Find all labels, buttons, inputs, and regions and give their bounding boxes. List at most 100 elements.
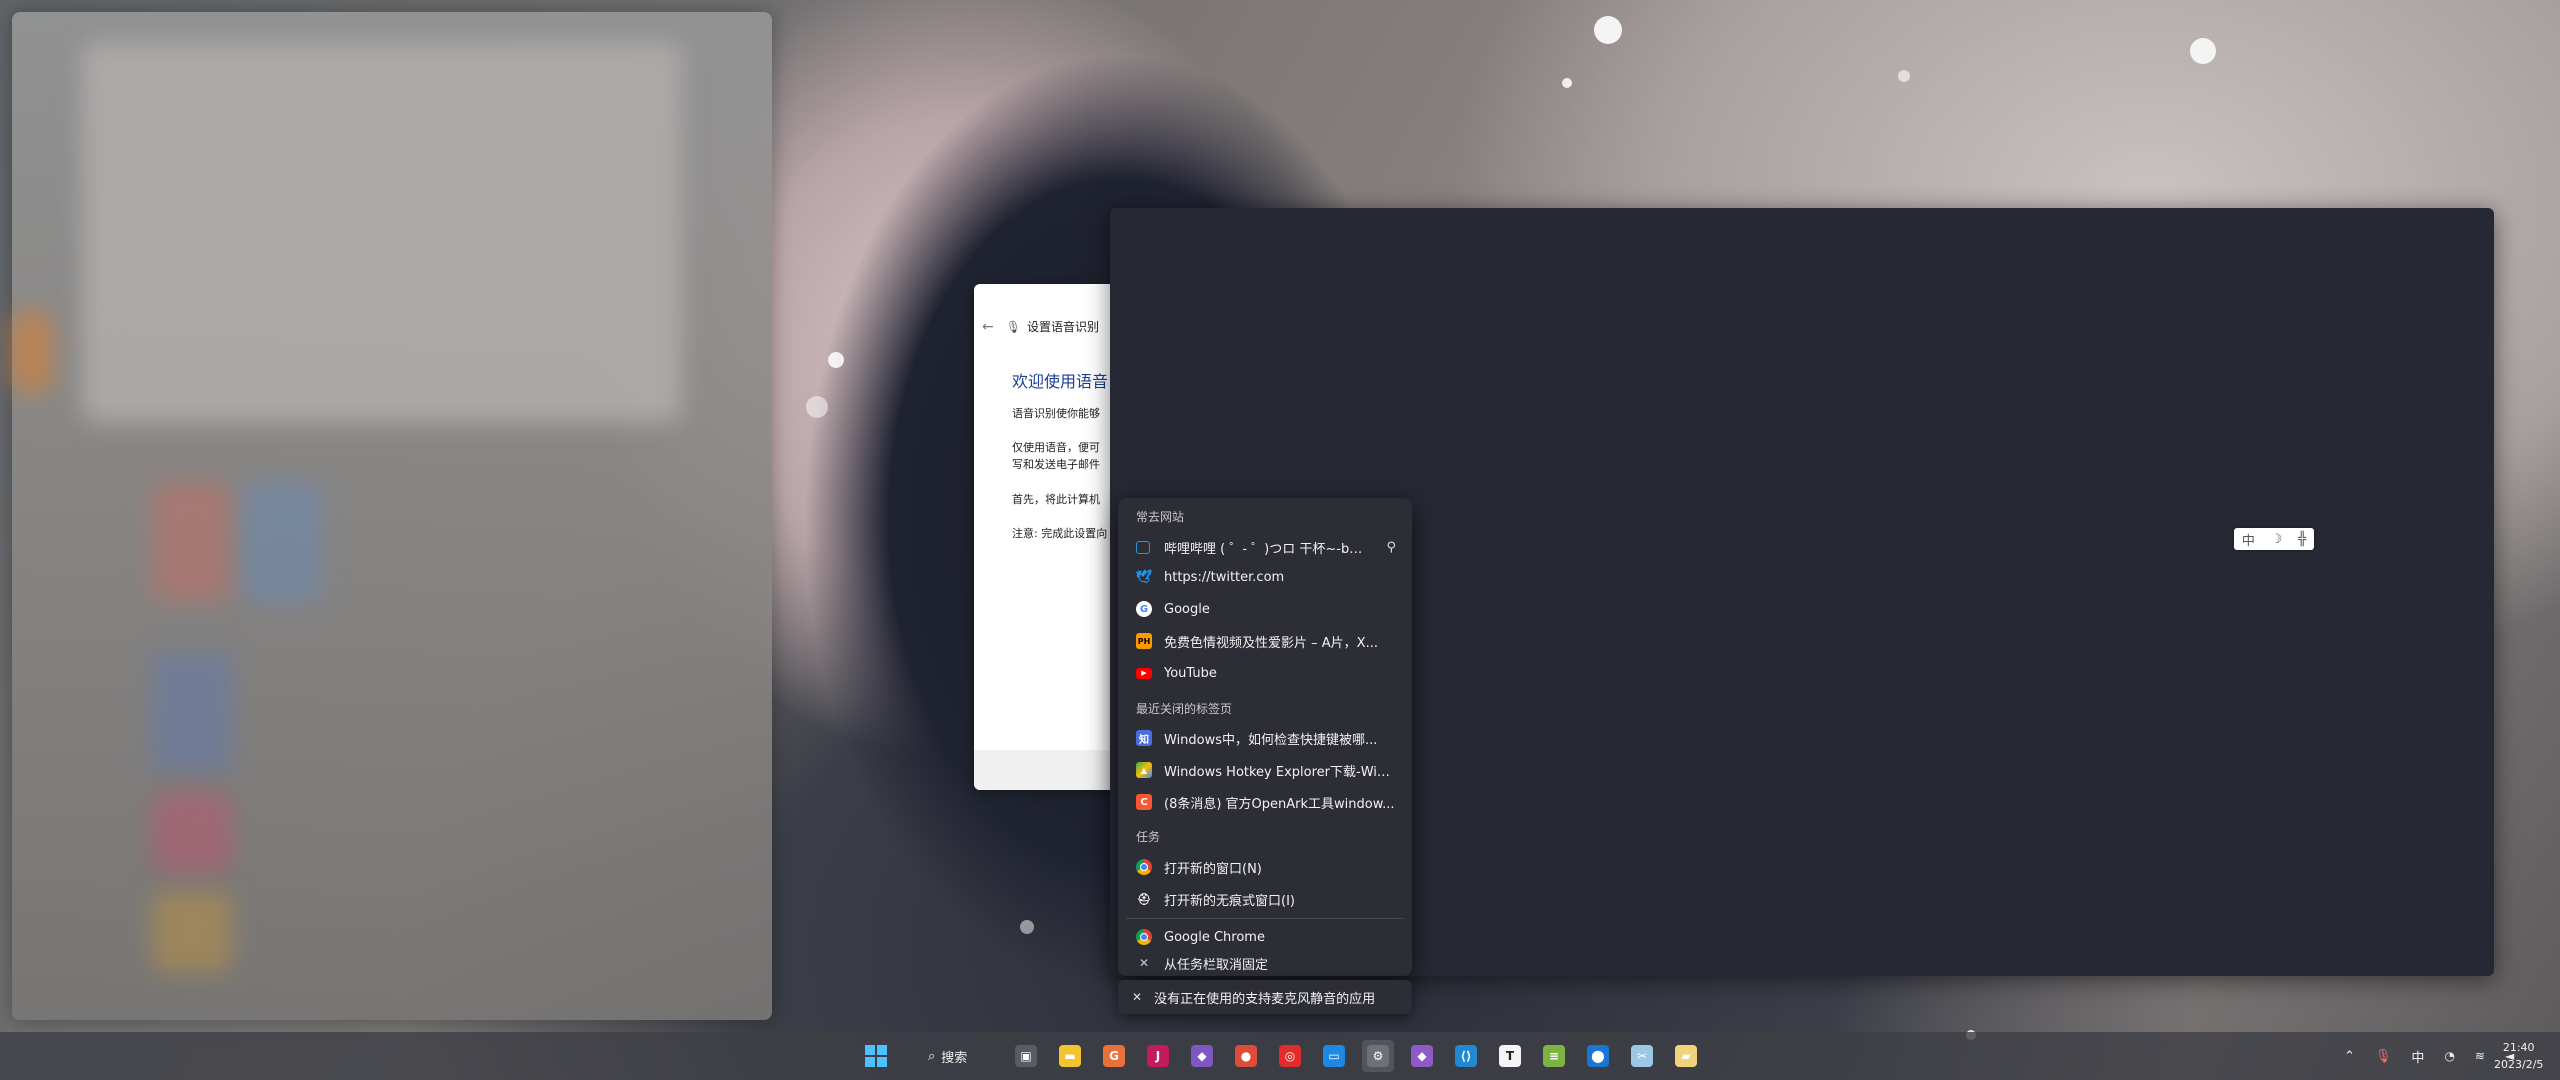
chrome-icon: ● — [1235, 1045, 1257, 1067]
frequent-item-youtube[interactable]: ▶ YouTube — [1126, 658, 1404, 688]
taskbar-app-visual-studio[interactable]: ◆ — [1186, 1040, 1218, 1072]
netease-music-icon: ◎ — [1279, 1045, 1301, 1067]
chevron-up-icon[interactable]: ⌃ — [2344, 1049, 2355, 1064]
snow-dot — [1020, 920, 1034, 934]
frequent-item-google[interactable]: G Google — [1126, 594, 1404, 624]
speech-paragraph: 注意: 完成此设置向 — [1012, 527, 1108, 540]
speech-window-header-label: 设置语音识别 — [1026, 320, 1099, 334]
unpin-from-taskbar[interactable]: ✕ 从任务栏取消固定 — [1126, 952, 1404, 974]
ime-indicator[interactable]: 中 — [2411, 1047, 2424, 1066]
notepad-icon: ≡ — [1543, 1045, 1565, 1067]
recent-item-zhihu[interactable]: 知 Windows中，如何检查快捷键被哪... — [1126, 723, 1404, 753]
system-tray: ⌃ 🎙 中 ◔ ≋ ◄ — [2344, 1040, 2514, 1072]
speech-paragraph: 首先，将此计算机 — [1012, 493, 1100, 506]
list-item-label: Google — [1164, 601, 1210, 617]
taskbar-search[interactable]: ⌕ 搜索 — [910, 1041, 994, 1071]
mic-muted-icon: ✕ — [1132, 990, 1143, 1004]
section-recent: 最近关闭的标签页 — [1136, 702, 1233, 716]
taskbar-app-chrome[interactable]: ● — [1230, 1040, 1262, 1072]
list-item-label: 从任务栏取消固定 — [1164, 957, 1269, 973]
jetbrains-icon: J — [1147, 1045, 1169, 1067]
task-view-icon: ▣ — [1015, 1045, 1037, 1067]
taskbar-app-file-explorer[interactable]: ▬ — [1054, 1040, 1086, 1072]
twitter-icon: 🕊 — [1135, 569, 1153, 585]
list-item-label: 打开新的无痕式窗口(I) — [1164, 893, 1295, 909]
vscode-icon: ⟨⟩ — [1455, 1045, 1477, 1067]
chrome-icon — [1136, 859, 1152, 875]
mic-tip-label: 没有正在使用的支持麦克风静音的应用 — [1154, 991, 1376, 1007]
taskbar-app-typora[interactable]: T — [1494, 1040, 1526, 1072]
snow-dot — [806, 396, 828, 418]
moon-icon[interactable]: ☽ — [2271, 532, 2283, 547]
remote-desktop-icon: ▭ — [1323, 1045, 1345, 1067]
typora-icon: T — [1499, 1045, 1521, 1067]
recent-item-csdn[interactable]: C (8条消息) 官方OpenArk工具window... — [1126, 787, 1404, 817]
frequent-item-bilibili[interactable]: 哔哩哔哩 ( ゜- ゜)つロ 干杯~-bi... ⚲ — [1126, 532, 1404, 562]
pin-icon[interactable]: ⚲ — [1386, 540, 1396, 555]
youtube-icon: ▶ — [1136, 667, 1152, 679]
maps-icon: ⬤ — [1587, 1045, 1609, 1067]
list-item-label: https://twitter.com — [1164, 569, 1285, 585]
unpin-icon: ✕ — [1138, 956, 1150, 970]
snow-dot — [1594, 16, 1622, 44]
clock-time: 21:40 — [2502, 1041, 2535, 1054]
zhihu-icon: 知 — [1136, 730, 1152, 746]
section-frequent: 常去网站 — [1136, 510, 1185, 524]
speech-paragraph: 语音识别使你能够 — [1012, 407, 1100, 420]
microphone-tray-icon[interactable]: 🎙 — [2375, 1049, 2392, 1064]
taskbar-app-netease-music[interactable]: ◎ — [1274, 1040, 1306, 1072]
speech-paragraph: 仅使用语音，便可 — [1012, 441, 1100, 454]
taskbar-app-google-app[interactable]: G — [1098, 1040, 1130, 1072]
list-item-label: Windows Hotkey Explorer下载-Win... — [1164, 764, 1396, 780]
list-item-label: 哔哩哔哩 ( ゜- ゜)つロ 干杯~-bi... — [1164, 541, 1364, 557]
settings-icon: ⚙ — [1367, 1045, 1389, 1067]
taskbar-app-task-view[interactable]: ▣ — [1010, 1040, 1042, 1072]
chrome-icon — [1136, 929, 1152, 945]
taskbar-app-vscode[interactable]: ⟨⟩ — [1450, 1040, 1482, 1072]
list-item-label: Google Chrome — [1164, 929, 1265, 945]
snow-dot — [1898, 70, 1910, 82]
sticky-icon: ▰ — [1675, 1045, 1697, 1067]
frequent-item-twitter[interactable]: 🕊 https://twitter.com — [1126, 562, 1404, 592]
recent-item-hotkey[interactable]: ▲ Windows Hotkey Explorer下载-Win... — [1126, 755, 1404, 785]
taskbar-app-maps[interactable]: ⬤ — [1582, 1040, 1614, 1072]
csdn-icon: C — [1136, 794, 1152, 810]
incognito-icon: ⛑ — [1137, 892, 1151, 906]
back-arrow-icon[interactable]: ← — [982, 319, 994, 335]
ime-settings-icon[interactable]: ╬ — [2298, 532, 2306, 547]
network-icon[interactable]: ◔ — [2444, 1049, 2454, 1063]
bilibili-icon — [1136, 540, 1150, 554]
taskbar-clock[interactable]: 21:40 2023/2/5 — [2494, 1039, 2543, 1073]
list-item-label: Windows中，如何检查快捷键被哪... — [1164, 732, 1378, 748]
visual-studio-icon: ◆ — [1191, 1045, 1213, 1067]
snipping-icon: ✂ — [1631, 1045, 1653, 1067]
clock-date: 2023/2/5 — [2494, 1058, 2544, 1071]
frequent-item-ph[interactable]: PH 免费色情视频及性爱影片 – A片，X... — [1126, 626, 1404, 656]
taskbar-app-vs-preview[interactable]: ◆ — [1406, 1040, 1438, 1072]
mic-mute-tooltip: ✕ 没有正在使用的支持麦克风静音的应用 — [1118, 980, 1412, 1014]
taskbar-app-sticky[interactable]: ▰ — [1670, 1040, 1702, 1072]
taskbar-app-notepad[interactable]: ≡ — [1538, 1040, 1570, 1072]
speech-window-title: 欢迎使用语音 — [1012, 372, 1109, 391]
taskbar-app-jetbrains[interactable]: J — [1142, 1040, 1174, 1072]
list-item-label: 免费色情视频及性爱影片 – A片，X... — [1164, 635, 1378, 651]
start-button[interactable] — [860, 1040, 892, 1072]
taskbar-app-snipping[interactable]: ✂ — [1626, 1040, 1658, 1072]
app-google-chrome[interactable]: Google Chrome — [1126, 922, 1404, 952]
divider — [1126, 918, 1404, 919]
snow-dot — [2190, 38, 2216, 64]
list-item-label: 打开新的窗口(N) — [1164, 861, 1262, 877]
search-label: 搜索 — [941, 1050, 968, 1066]
search-icon: ⌕ — [928, 1048, 936, 1064]
snow-dot — [1562, 78, 1572, 88]
ime-toolbar[interactable]: 中 ☽ ╬ — [2234, 528, 2314, 550]
wifi-icon[interactable]: ≋ — [2475, 1049, 2485, 1063]
taskbar-app-settings[interactable]: ⚙ — [1362, 1040, 1394, 1072]
task-new-window[interactable]: 打开新的窗口(N) — [1126, 852, 1404, 882]
chrome-jump-list: 常去网站 哔哩哔哩 ( ゜- ゜)つロ 干杯~-bi... ⚲ 🕊 https:… — [1118, 498, 1412, 976]
ime-chinese-toggle[interactable]: 中 — [2242, 530, 2255, 549]
list-item-label: (8条消息) 官方OpenArk工具window... — [1164, 796, 1395, 812]
task-new-incognito-window[interactable]: ⛑ 打开新的无痕式窗口(I) — [1126, 884, 1404, 914]
google-icon: G — [1136, 601, 1152, 617]
taskbar-app-remote-desktop[interactable]: ▭ — [1318, 1040, 1350, 1072]
